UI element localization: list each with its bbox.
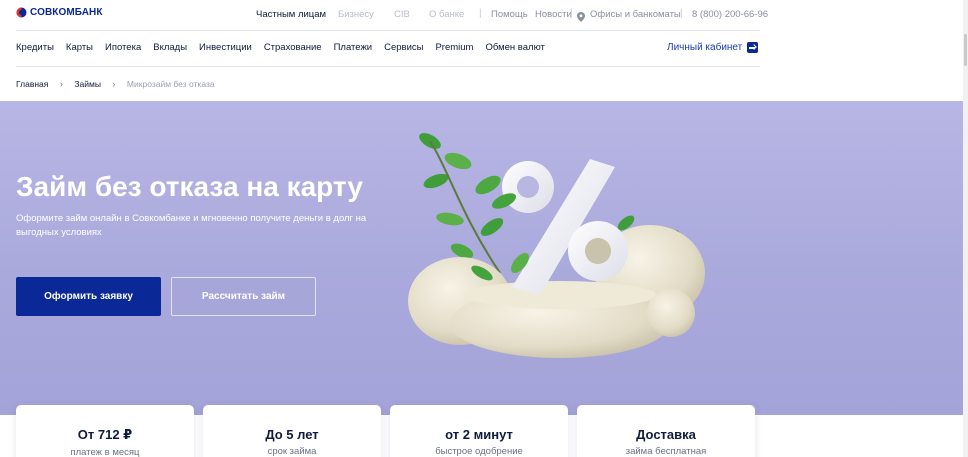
percent-sign-illustration bbox=[408, 133, 705, 358]
breadcrumb-loans[interactable]: Займы bbox=[74, 79, 101, 89]
main-nav: Кредиты Карты Ипотека Вклады Инвестиции … bbox=[16, 42, 557, 56]
feature-title: от 2 минут bbox=[445, 427, 513, 442]
feature-card-approval: от 2 минут быстрое одобрение bbox=[390, 405, 568, 457]
breadcrumb: Главная › Займы › Микрозайм без отказа bbox=[16, 79, 215, 89]
nav-divider bbox=[16, 66, 760, 67]
hero-subtitle: Оформите займ онлайн в Совкомбанке и мгн… bbox=[16, 213, 367, 238]
breadcrumb-home[interactable]: Главная bbox=[16, 79, 48, 89]
feature-card-term: До 5 лет срок займа bbox=[203, 405, 381, 457]
bank-logo[interactable]: СОВКОМБАНК bbox=[16, 7, 103, 18]
feature-title: От 712 ₽ bbox=[77, 427, 133, 442]
nav-item-insurance[interactable]: Страхование bbox=[264, 42, 322, 56]
nav-item-premium[interactable]: Premium bbox=[435, 42, 473, 56]
segment-cib[interactable]: CIB bbox=[394, 9, 410, 20]
feature-cards: От 712 ₽ платеж в месяц До 5 лет срок за… bbox=[16, 405, 755, 457]
nav-item-deposits[interactable]: Вклады bbox=[153, 42, 187, 56]
hero-banner: Займ без отказа на карту Оформите займ о… bbox=[0, 101, 968, 415]
news-link[interactable]: Новости bbox=[535, 9, 572, 20]
nav-item-payments[interactable]: Платежи bbox=[334, 42, 373, 56]
separator: | bbox=[479, 8, 482, 19]
nav-item-cards[interactable]: Карты bbox=[66, 42, 93, 56]
feature-card-payment: От 712 ₽ платеж в месяц bbox=[16, 405, 194, 457]
feature-subtitle: платеж в месяц bbox=[70, 447, 140, 457]
apply-button[interactable]: Оформить заявку bbox=[16, 277, 161, 316]
header-divider bbox=[16, 30, 760, 31]
personal-cabinet-link[interactable]: Личный кабинет bbox=[667, 42, 759, 53]
feature-subtitle: срок займа bbox=[267, 446, 317, 457]
chevron-right-icon: › bbox=[112, 79, 116, 89]
scrollbar-thumb[interactable] bbox=[964, 34, 967, 66]
offices-link[interactable]: Офисы и банкоматы bbox=[590, 9, 681, 20]
help-link[interactable]: Помощь bbox=[491, 9, 528, 20]
nav-item-mortgage[interactable]: Ипотека bbox=[105, 42, 141, 56]
phone-number[interactable]: 8 (800) 200-66-96 bbox=[692, 9, 768, 20]
top-bar: СОВКОМБАНК Частным лицам Бизнесу CIB О б… bbox=[0, 0, 968, 30]
feature-subtitle: быстрое одобрение bbox=[435, 446, 523, 457]
feature-card-delivery: Доставка займа бесплатная bbox=[577, 405, 755, 457]
login-icon bbox=[747, 42, 759, 53]
chevron-right-icon: › bbox=[59, 79, 63, 89]
segment-private[interactable]: Частным лицам bbox=[256, 9, 326, 20]
nav-item-credits[interactable]: Кредиты bbox=[16, 42, 54, 56]
feature-subtitle: займа бесплатная bbox=[625, 446, 707, 457]
separator: | bbox=[570, 8, 573, 19]
nav-item-currency-exchange[interactable]: Обмен валют bbox=[485, 42, 544, 56]
segment-business[interactable]: Бизнесу bbox=[338, 9, 374, 20]
segment-about[interactable]: О банке bbox=[429, 9, 464, 20]
logo-text: СОВКОМБАНК bbox=[30, 7, 103, 18]
feature-title: До 5 лет bbox=[265, 427, 319, 442]
nav-item-investments[interactable]: Инвестиции bbox=[199, 42, 252, 56]
calculate-loan-button[interactable]: Рассчитать займ bbox=[171, 277, 316, 316]
feature-title: Доставка bbox=[636, 427, 696, 442]
scrollbar-track[interactable] bbox=[963, 0, 968, 457]
logo-icon bbox=[16, 7, 27, 18]
personal-cabinet-label: Личный кабинет bbox=[667, 42, 743, 53]
breadcrumb-current: Микрозайм без отказа bbox=[126, 79, 215, 89]
location-pin-icon bbox=[577, 9, 585, 22]
separator: | bbox=[680, 8, 683, 19]
nav-item-services[interactable]: Сервисы bbox=[384, 42, 423, 56]
hero-title: Займ без отказа на карту bbox=[16, 171, 363, 202]
